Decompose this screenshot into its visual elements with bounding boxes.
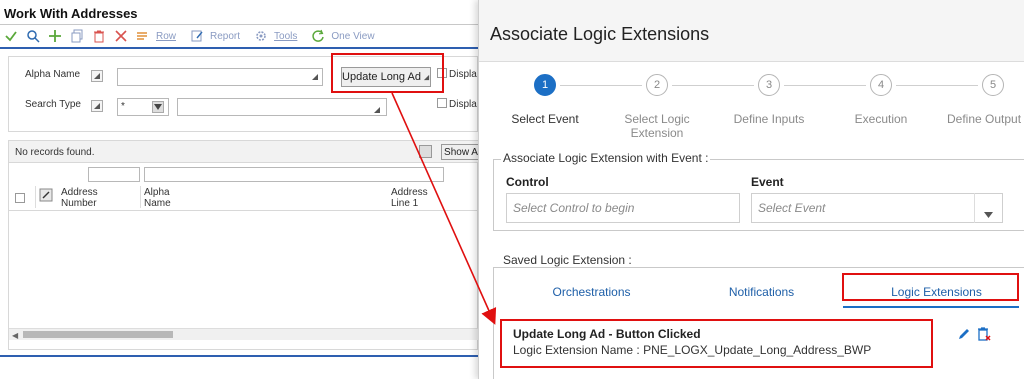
annotation-arrow — [391, 92, 497, 325]
